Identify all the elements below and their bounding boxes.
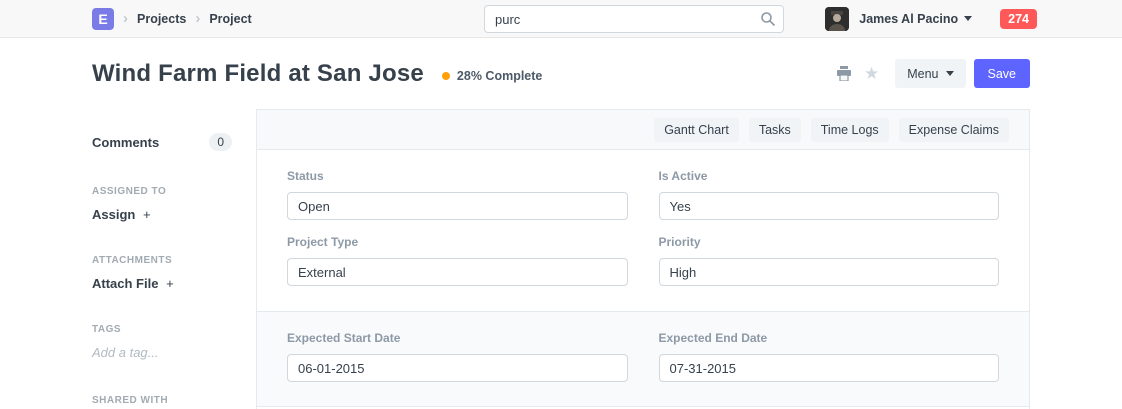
form-sidebar: Comments 0 ASSIGNED TO Assign + ATTACHME… xyxy=(92,109,256,409)
breadcrumb-projects[interactable]: Projects xyxy=(137,12,186,26)
project-type-label: Project Type xyxy=(287,235,628,249)
expected-start-date-input[interactable] xyxy=(287,354,628,382)
comments-link[interactable]: Comments xyxy=(92,135,159,150)
page-header: Wind Farm Field at San Jose 28% Complete… xyxy=(0,38,1122,109)
navbar: E › Projects › Project James Al Pacino 2… xyxy=(0,0,1122,38)
attachments-heading: ATTACHMENTS xyxy=(92,255,232,266)
search-icon xyxy=(760,11,776,27)
shared-with-heading: SHARED WITH xyxy=(92,395,232,406)
status-indicator: 28% Complete xyxy=(442,69,542,83)
tasks-button[interactable]: Tasks xyxy=(749,118,801,142)
notification-count-badge[interactable]: 274 xyxy=(1000,9,1037,29)
breadcrumb-project[interactable]: Project xyxy=(209,12,251,26)
menu-button-label: Menu xyxy=(907,67,938,81)
form-section-dates: Expected Start Date Expected End Date xyxy=(257,311,1029,407)
project-type-field: Project Type xyxy=(287,235,628,286)
priority-label: Priority xyxy=(659,235,1000,249)
save-button[interactable]: Save xyxy=(974,59,1031,88)
status-field: Status xyxy=(287,169,628,220)
is-active-label: Is Active xyxy=(659,169,1000,183)
assign-label: Assign xyxy=(92,207,135,222)
plus-icon: + xyxy=(166,276,174,291)
project-type-input[interactable] xyxy=(287,258,628,286)
user-name[interactable]: James Al Pacino xyxy=(859,12,958,26)
priority-field: Priority xyxy=(659,235,1000,286)
expected-end-date-label: Expected End Date xyxy=(659,331,1000,345)
chevron-right-icon: › xyxy=(123,11,128,26)
status-input[interactable] xyxy=(287,192,628,220)
plus-icon: + xyxy=(143,207,151,222)
chevron-right-icon: › xyxy=(195,11,200,26)
print-icon[interactable] xyxy=(836,66,852,81)
page-actions: ★ Menu Save xyxy=(836,59,1030,88)
menu-button[interactable]: Menu xyxy=(895,59,965,88)
expected-start-date-field: Expected Start Date xyxy=(287,331,628,382)
gantt-chart-button[interactable]: Gantt Chart xyxy=(654,118,739,142)
is-active-input[interactable] xyxy=(659,192,1000,220)
form-section-main: Status Is Active Project Type Priority xyxy=(257,150,1029,311)
caret-down-icon xyxy=(964,16,972,21)
star-icon[interactable]: ★ xyxy=(864,65,879,82)
expense-claims-button[interactable]: Expense Claims xyxy=(899,118,1009,142)
page-title: Wind Farm Field at San Jose xyxy=(92,60,424,88)
assigned-to-heading: ASSIGNED TO xyxy=(92,186,232,197)
search-input[interactable] xyxy=(484,5,784,33)
content-area: Comments 0 ASSIGNED TO Assign + ATTACHME… xyxy=(0,109,1122,409)
expected-start-date-label: Expected Start Date xyxy=(287,331,628,345)
time-logs-button[interactable]: Time Logs xyxy=(811,118,889,142)
form-links-row: Gantt Chart Tasks Time Logs Expense Clai… xyxy=(257,110,1029,150)
tags-heading: TAGS xyxy=(92,324,232,335)
attach-file-button[interactable]: Attach File + xyxy=(92,276,232,291)
attach-file-label: Attach File xyxy=(92,276,158,291)
comments-count-badge: 0 xyxy=(209,133,232,151)
status-indicator-text: 28% Complete xyxy=(457,69,542,83)
is-active-field: Is Active xyxy=(659,169,1000,220)
priority-input[interactable] xyxy=(659,258,1000,286)
comments-row: Comments 0 xyxy=(92,133,232,151)
navbar-user-area: James Al Pacino 274 xyxy=(825,7,1037,31)
expected-end-date-field: Expected End Date xyxy=(659,331,1000,382)
status-label: Status xyxy=(287,169,628,183)
form-panel: Gantt Chart Tasks Time Logs Expense Clai… xyxy=(256,109,1030,409)
caret-down-icon xyxy=(946,71,954,76)
global-search xyxy=(484,5,784,33)
orange-dot-icon xyxy=(442,72,450,80)
expected-end-date-input[interactable] xyxy=(659,354,1000,382)
app-logo[interactable]: E xyxy=(92,8,114,30)
add-tag-input[interactable]: Add a tag... xyxy=(92,345,232,360)
user-avatar[interactable] xyxy=(825,7,849,31)
assign-button[interactable]: Assign + xyxy=(92,207,232,222)
